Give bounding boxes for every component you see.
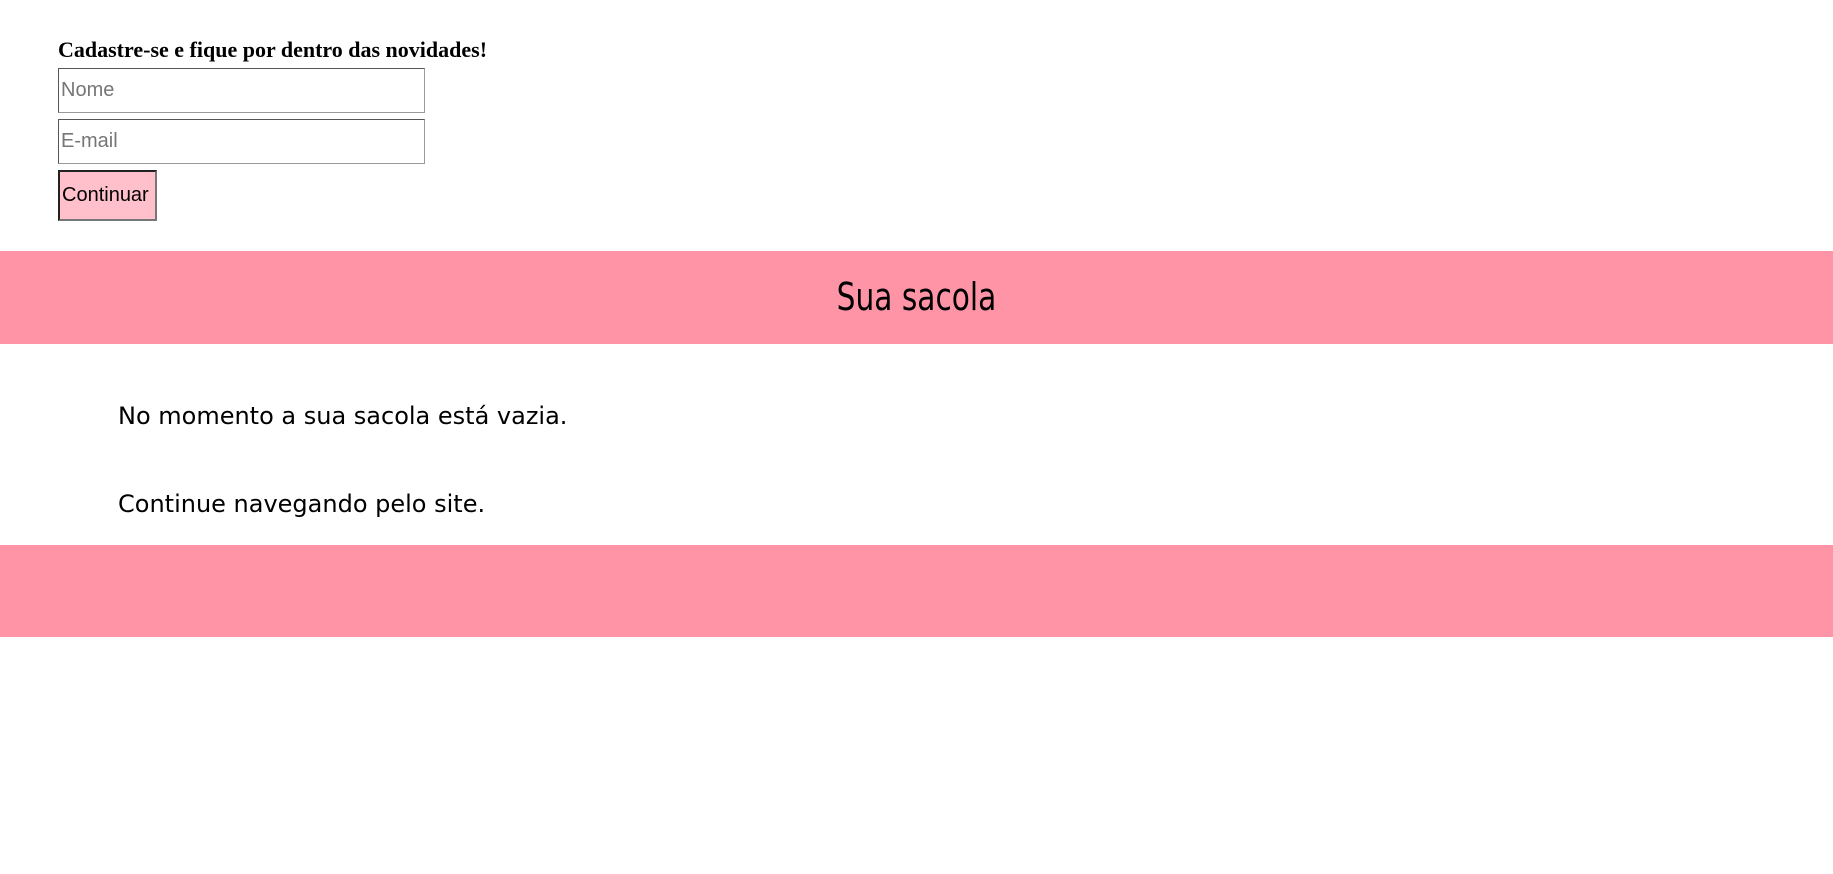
email-input[interactable] [58, 119, 425, 164]
newsletter-signup-form: Cadastre-se e fique por dentro das novid… [58, 36, 658, 221]
empty-cart-message: No momento a sua sacola está vazia. [118, 402, 568, 430]
cart-heading: Sua sacola [836, 275, 997, 319]
continue-browsing-message: Continue navegando pelo site. [118, 490, 486, 518]
cart-header-band: Sua sacola [0, 251, 1833, 344]
name-input[interactable] [58, 68, 425, 113]
footer-band [0, 545, 1833, 637]
signup-title: Cadastre-se e fique por dentro das novid… [58, 37, 488, 62]
continue-button[interactable]: Continuar [58, 170, 157, 221]
